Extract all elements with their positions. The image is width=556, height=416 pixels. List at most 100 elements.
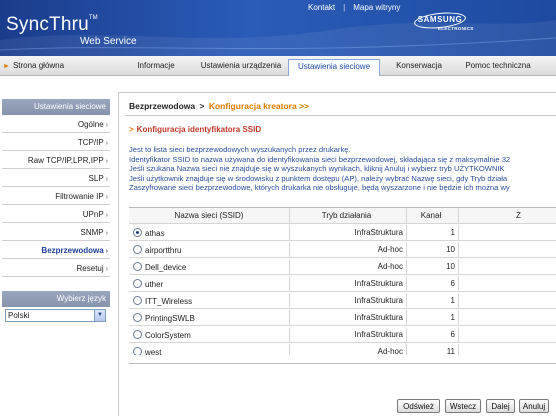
- home-arrow-icon: ►: [3, 63, 10, 70]
- breadcrumb-separator: >: [199, 101, 205, 111]
- ssid-radio[interactable]: [133, 347, 142, 355]
- table-row[interactable]: uther InfraStruktura 6: [129, 276, 556, 293]
- sidebar-item-label: SNMP: [80, 228, 104, 237]
- channel-cell: 1: [407, 293, 459, 309]
- ssid-radio[interactable]: [133, 313, 142, 322]
- ssid-radio[interactable]: [133, 245, 142, 254]
- language-heading: Wybierz język: [2, 291, 110, 307]
- extra-cell: [459, 344, 556, 355]
- table-row[interactable]: Dell_device Ad-hoc 10: [129, 259, 556, 276]
- mode-cell: InfraStruktura: [290, 293, 407, 309]
- ssid-cell[interactable]: athas: [129, 225, 290, 241]
- main-nav: ► Strona główna Informacje Ustawienia urz…: [0, 56, 556, 76]
- chevron-down-icon[interactable]: ▼: [94, 310, 105, 321]
- sidebar-item-label: UPnP: [82, 210, 104, 219]
- channel-cell: 10: [407, 242, 459, 258]
- sidebar-menu: Ogólne › TCP/IP › Raw TCP/IP,LPR,IPP › SLP ›…: [2, 115, 110, 277]
- column-header-mode: Tryb działania: [290, 208, 407, 224]
- table-row[interactable]: athas InfraStruktura 1: [129, 225, 556, 242]
- mode-cell: InfraStruktura: [290, 327, 407, 343]
- column-header-ssid: Nazwa sieci (SSID): [129, 208, 290, 224]
- mode-cell: InfraStruktura: [290, 310, 407, 326]
- sidebar-item-label: Bezprzewodowa: [41, 246, 104, 255]
- mode-cell: InfraStruktura: [290, 276, 407, 292]
- ssid-radio[interactable]: [133, 228, 142, 237]
- ssid-cell[interactable]: uther: [129, 276, 290, 292]
- language-select[interactable]: Polski ▼: [5, 309, 106, 322]
- mode-cell: Ad-hoc: [290, 242, 407, 258]
- sidebar-item-raw-tcpip[interactable]: Raw TCP/IP,LPR,IPP ›: [2, 151, 110, 169]
- sidebar-item-tcpip[interactable]: TCP/IP ›: [2, 133, 110, 151]
- ssid-radio[interactable]: [133, 262, 142, 271]
- ssid-cell[interactable]: PrintingSWLB: [129, 310, 290, 326]
- sidebar-item-label: Filtrowanie IP: [55, 192, 104, 201]
- main-content: Bezprzewodowa > Konfiguracja kreatora >>…: [118, 92, 556, 416]
- brand-logo: SyncThruTM Web Service: [6, 14, 137, 47]
- horizontal-scrollbar[interactable]: [129, 363, 556, 364]
- ssid-radio[interactable]: [133, 330, 142, 339]
- chevron-right-icon: ›: [105, 248, 108, 255]
- description-line: Jeśli szukana Nazwa sieci nie znajduje s…: [129, 164, 505, 173]
- breadcrumb-item-bezprzewodowa[interactable]: Bezprzewodowa: [129, 101, 195, 111]
- section-title-marker: >: [129, 125, 134, 134]
- table-header-row: Nazwa sieci (SSID) Tryb działania Kanał …: [129, 208, 556, 225]
- sidebar-item-upnp[interactable]: UPnP ›: [2, 205, 110, 223]
- description-line: Jeśli użytkownik znajduje się w środowis…: [129, 173, 508, 183]
- chevron-right-icon: ›: [105, 230, 108, 237]
- table-row[interactable]: ColorSystem InfraStruktura 6: [129, 327, 556, 344]
- sidebar-item-slp[interactable]: SLP ›: [2, 169, 110, 187]
- ssid-cell[interactable]: ColorSystem: [129, 327, 290, 343]
- sidebar-item-filtrowanie-ip[interactable]: Filtrowanie IP ›: [2, 187, 110, 205]
- tab-informacje[interactable]: Informacje: [132, 59, 180, 76]
- language-selected-value: Polski: [8, 311, 30, 320]
- breadcrumb-item-current: Konfiguracja kreatora >>: [208, 101, 309, 111]
- ssid-radio[interactable]: [133, 296, 142, 305]
- mode-cell: Ad-hoc: [290, 259, 407, 275]
- chevron-right-icon: ›: [105, 176, 108, 183]
- sidebar-item-snmp[interactable]: SNMP ›: [2, 223, 110, 241]
- ssid-cell[interactable]: ITT_Wireless: [129, 293, 290, 309]
- ssid-cell[interactable]: airportthru: [129, 242, 290, 258]
- extra-cell: [459, 327, 556, 343]
- sidebar-item-label: Raw TCP/IP,LPR,IPP: [27, 156, 104, 165]
- table-row[interactable]: airportthru Ad-hoc 10: [129, 242, 556, 259]
- contact-link[interactable]: Kontakt: [308, 3, 335, 12]
- ssid-cell[interactable]: Dell_device: [129, 259, 290, 275]
- chevron-right-icon: ›: [105, 140, 108, 147]
- description-line: Zaszyfrowane sieci bezprzewodowe, któryc…: [129, 183, 510, 192]
- table-row[interactable]: PrintingSWLB InfraStruktura 1: [129, 310, 556, 327]
- ssid-radio[interactable]: [133, 279, 142, 288]
- sidebar-item-resetuj[interactable]: Resetuj ›: [2, 259, 110, 277]
- tab-konserwacja[interactable]: Konserwacja: [392, 59, 446, 76]
- column-header-more: Z: [459, 208, 556, 224]
- tab-ustawienia-sieciowe[interactable]: Ustawienia sieciowe: [288, 59, 380, 76]
- sidebar-item-bezprzewodowa[interactable]: Bezprzewodowa ›: [2, 241, 110, 259]
- extra-cell: [459, 259, 556, 275]
- samsung-logo-sub: ELECTRONICS: [438, 26, 474, 31]
- extra-cell: [459, 310, 556, 326]
- sitemap-link[interactable]: Mapa witryny: [353, 3, 400, 12]
- ssid-cell[interactable]: west: [129, 344, 290, 355]
- channel-cell: 10: [407, 259, 459, 275]
- refresh-button[interactable]: Odśwież: [397, 399, 440, 413]
- channel-cell: 1: [407, 225, 459, 241]
- tab-ustawienia-urzadzenia[interactable]: Ustawienia urządzenia: [197, 59, 285, 76]
- cancel-button[interactable]: Anuluj: [519, 399, 549, 413]
- ssid-name: ColorSystem: [145, 331, 191, 340]
- next-button[interactable]: Dalej: [486, 399, 515, 413]
- table-row[interactable]: west Ad-hoc 11: [129, 344, 556, 355]
- home-link[interactable]: ► Strona główna: [3, 61, 64, 70]
- chevron-right-icon: ›: [105, 194, 108, 201]
- mode-cell: Ad-hoc: [290, 344, 407, 355]
- table-row[interactable]: ITT_Wireless InfraStruktura 1: [129, 293, 556, 310]
- chevron-right-icon: ›: [105, 158, 108, 165]
- tab-pomoc-techniczna[interactable]: Pomoc techniczna: [462, 59, 534, 76]
- brand-name: SyncThru: [6, 14, 89, 35]
- description-text: Jest to lista sieci bezprzewodowych wysz…: [129, 145, 556, 193]
- back-button[interactable]: Wstecz: [445, 399, 481, 413]
- ssid-name: PrintingSWLB: [145, 314, 195, 323]
- ssid-name: ITT_Wireless: [145, 297, 193, 306]
- sidebar-item-label: SLP: [88, 174, 104, 183]
- sidebar-item-ogolne[interactable]: Ogólne ›: [2, 115, 110, 133]
- chevron-right-icon: ›: [105, 122, 108, 129]
